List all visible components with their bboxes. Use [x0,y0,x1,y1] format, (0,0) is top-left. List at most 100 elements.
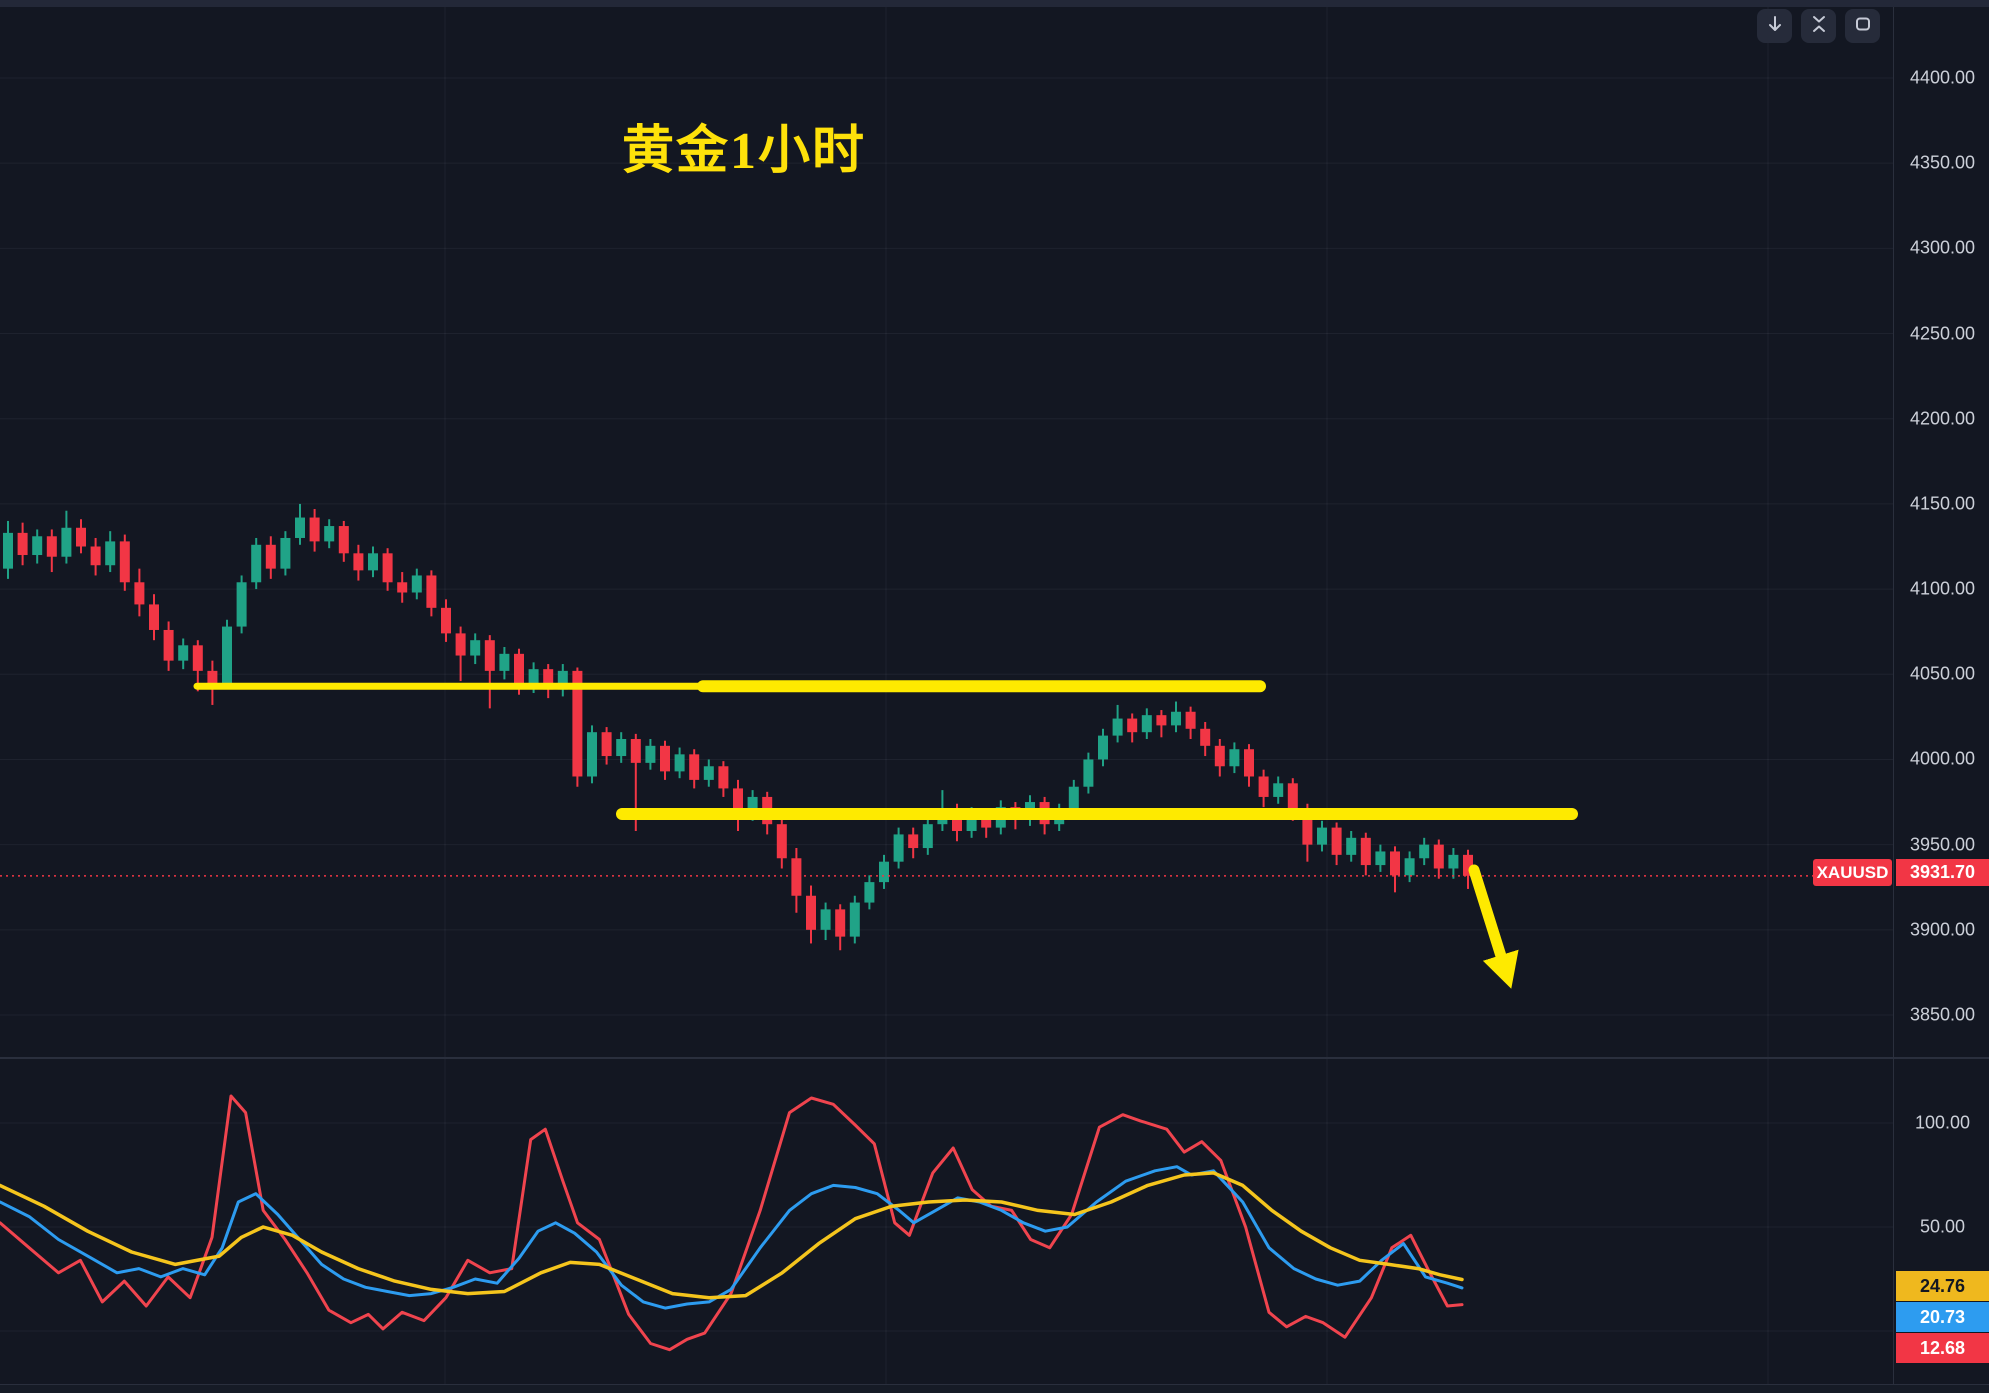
candle-body [660,746,670,772]
candle-body [1098,736,1108,760]
candle-body [178,645,188,660]
candle-body [923,824,933,848]
price-axis-label: 4050.00 [1896,664,1989,685]
candle-body [675,754,685,771]
candle-body [280,538,290,569]
chart-toolbar [1757,9,1880,43]
price-axis-border [1893,7,1894,1393]
candle-body [339,526,349,553]
candle-body [821,909,831,929]
chart-window: 黄金1小时 4400.00 4350.00 4300.00 4250.00 4200.0… [0,0,1989,1393]
candle-body [47,536,57,556]
candle-body [645,746,655,763]
price-axis-label: 4000.00 [1896,749,1989,770]
price-axis-label: 3850.00 [1896,1005,1989,1026]
candle-body [1419,845,1429,859]
candle-body [1448,855,1458,869]
candle-body [149,604,159,630]
candle-body [368,553,378,570]
candle-body [791,858,801,895]
price-axis-label: 4250.00 [1896,323,1989,344]
candle-body [616,739,626,756]
candle-body [310,518,320,542]
bottom-edge-strip [0,1385,1989,1393]
candle-body [850,903,860,937]
candle-body [1434,845,1444,869]
candle-body [1113,719,1123,736]
fullscreen-button[interactable] [1845,9,1880,43]
candle-body [1156,715,1166,725]
candle-body [499,654,509,671]
candle-body [1229,749,1239,766]
candle-body [1215,746,1225,766]
candle-body [412,575,422,592]
price-axis-label: 4400.00 [1896,68,1989,89]
chart-title: 黄金1小时 [622,108,866,183]
candlestick-series[interactable] [3,504,1473,950]
candle-body [61,528,71,557]
price-axis-label: 100.00 [1896,1113,1989,1134]
kdj-line-j [0,1096,1462,1350]
candle-body [733,788,743,810]
candle-body [1273,783,1283,797]
symbol-badge: XAUUSD [1813,859,1892,886]
candle-body [120,541,130,582]
candle-body [1390,851,1400,875]
candle-body [689,754,699,780]
candle-body [164,630,174,661]
price-axis-label: 4350.00 [1896,153,1989,174]
candle-body [32,536,42,555]
candle-body [353,553,363,570]
candle-body [426,575,436,607]
price-axis-label: 3900.00 [1896,919,1989,940]
price-axis-label: 4200.00 [1896,408,1989,429]
chart-canvas[interactable] [0,0,1989,1393]
frame-icon [1854,15,1872,38]
candle-body [1288,783,1298,810]
candle-body [383,553,393,582]
candle-body [631,739,641,763]
candle-body [441,608,451,634]
candle-body [1083,759,1093,786]
kdj-indicator[interactable] [0,1096,1462,1350]
candle-body [266,545,276,569]
candle-body [602,732,612,756]
candle-body [777,824,787,858]
candle-body [908,834,918,848]
candle-body [295,518,305,538]
candle-body [1317,828,1327,845]
candle-body [470,640,480,655]
down-arrow[interactable] [1474,870,1506,972]
candle-body [134,582,144,604]
candle-body [193,645,203,671]
candle-body [397,582,407,592]
collapse-pane-button[interactable] [1801,9,1836,43]
candle-body [1186,712,1196,729]
candle-body [1142,715,1152,732]
gridlines [0,7,1893,1384]
candle-body [324,526,334,541]
candle-body [1200,729,1210,746]
candle-body [91,547,101,566]
candle-body [237,582,247,626]
candle-body [1259,776,1269,796]
candle-body [1405,858,1415,875]
candle-body [704,766,714,780]
candle-body [864,882,874,902]
candle-body [1171,712,1181,726]
candle-body [1346,838,1356,855]
candle-body [1127,719,1137,733]
candle-body [587,732,597,776]
price-axis-label: 4300.00 [1896,238,1989,259]
candle-body [105,541,115,565]
candle-body [806,896,816,930]
last-price-badge: 3931.70 [1896,859,1989,886]
price-axis-label: 4150.00 [1896,493,1989,514]
scroll-to-recent-button[interactable] [1757,9,1792,43]
pane-divider[interactable] [0,1057,1989,1059]
price-axis-label: 4100.00 [1896,579,1989,600]
candle-body [1361,838,1371,865]
candle-body [894,834,904,861]
kdj-d-value-badge: 24.76 [1896,1271,1989,1301]
price-axis-label: 3950.00 [1896,834,1989,855]
